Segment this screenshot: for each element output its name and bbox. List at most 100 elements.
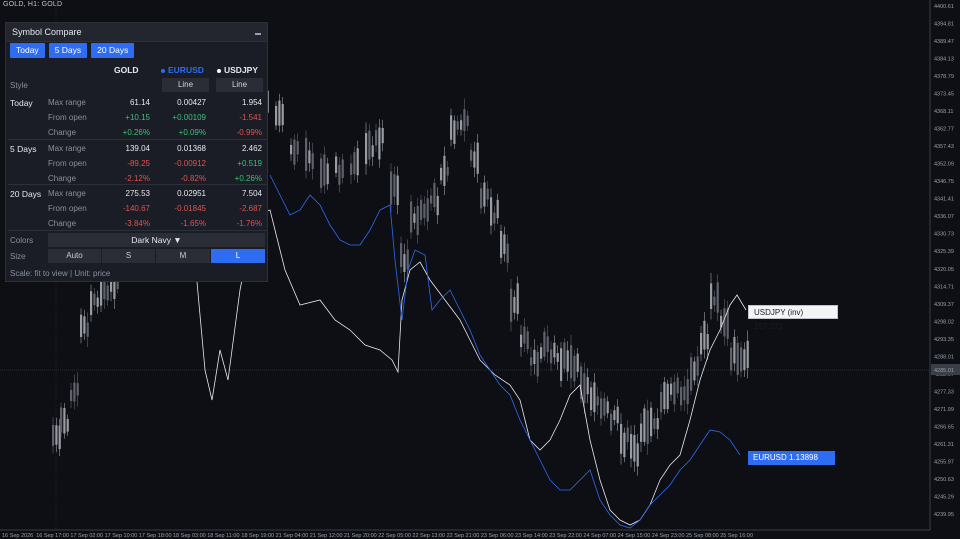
candle-body [630,434,633,459]
size-l-button[interactable]: L [211,249,265,263]
candle-body [93,293,96,306]
price-tick-label: 4277.33 [934,389,954,395]
panel-header: Symbol Compare [6,23,267,42]
candle-body [530,357,533,366]
candle-body [566,350,569,372]
candle-body [590,387,593,411]
colors-select[interactable]: Dark Navy ▼ [48,233,265,247]
candle-body [356,148,359,176]
candle-body [281,104,284,126]
period-tabs: Today 5 Days 20 Days [10,43,135,58]
tab-today[interactable]: Today [10,43,45,58]
candle-body [106,285,109,301]
stat-value: -140.67 [122,204,150,213]
stat-value: 0.02951 [177,189,206,198]
stat-value: -1.541 [239,113,262,122]
candle-body [520,334,523,348]
time-tick-label: 22 Sep 21:00 [447,533,480,539]
candle-body [740,347,743,372]
candle-body [86,322,89,337]
price-tick-label: 4400.61 [934,4,954,10]
price-tick-label: 4352.09 [934,162,954,168]
candle-body [523,326,526,344]
candle-body [470,149,473,161]
metric-label: Change [48,128,77,137]
panel-title: Symbol Compare [12,27,82,37]
tab-20-days[interactable]: 20 Days [91,43,135,58]
size-m-button[interactable]: M [156,249,210,263]
stat-value: -2.12% [124,174,150,183]
candle-body [320,158,323,188]
eurusd-price-tag: EURUSD 1.13898 [748,451,835,465]
candle-body [308,150,311,164]
candle-body [576,353,579,372]
usdjpy-style-button[interactable]: Line [216,78,263,92]
candle-body [513,296,516,313]
panel-footer: Scale: fit to view | Unit: price [10,269,111,278]
candle-body [660,391,663,413]
price-tick-label: 4394.81 [934,22,954,28]
price-tick-label: 4288.01 [934,354,954,360]
stat-value: 275.53 [125,189,150,198]
size-s-button[interactable]: S [102,249,155,263]
stat-value: 1.954 [241,98,262,107]
candle-body [463,109,466,131]
time-tick-label: 22 Sep 13:00 [412,533,445,539]
metric-label: From open [48,113,87,122]
stat-value: 61.14 [129,98,150,107]
candle-body [96,297,99,307]
candle-body [490,197,493,226]
time-tick-label: 21 Sep 04:00 [276,533,309,539]
candle-body [83,316,86,334]
size-label: Size [10,252,26,261]
candle-body [553,342,556,358]
candle-body [103,279,106,300]
metric-label: From open [48,204,87,213]
candle-body [368,130,371,160]
candle-body [400,243,403,267]
stat-value: -1.76% [236,219,262,228]
time-tick-label: 17 Sep 02:00 [70,533,103,539]
candle-body [620,423,623,454]
price-tick-label: 4255.97 [934,459,954,465]
candle-body [700,332,703,355]
time-axis: 16 Sep 2026 16 Sep 17:00 17 Sep 02:00 17 Se… [2,533,753,539]
candle-body [406,249,409,270]
candle-body [736,342,739,375]
candle-body [430,195,433,204]
symbol-header-gold: GOLD [114,65,139,75]
size-auto-button[interactable]: Auto [48,249,101,263]
candle-body [440,167,443,181]
stats-row: Change -3.84% -1.65% -1.76% [6,216,269,231]
stat-value: -89.25 [127,159,150,168]
candle-body [656,418,659,430]
candle-body [636,443,639,467]
candle-body [533,349,536,365]
stat-value: -0.99% [236,128,262,137]
tab-5-days[interactable]: 5 Days [48,43,88,58]
stat-value: -2.687 [239,204,262,213]
stat-value: -0.00912 [174,159,206,168]
candle-body [543,331,546,357]
candle-body [60,407,63,433]
stats-row: Change +0.26% +0.09% -0.99% [6,125,269,140]
collapse-icon[interactable] [255,32,261,35]
time-tick-label: 21 Sep 20:00 [344,533,377,539]
candle-body [466,115,469,126]
candle-body [593,382,596,413]
candle-body [433,183,436,208]
stat-value: -0.82% [180,174,206,183]
stat-value: 0.01368 [177,144,206,153]
candle-body [293,139,296,165]
eurusd-dot-icon [161,68,165,73]
eurusd-style-button[interactable]: Line [162,78,209,92]
chart-symbol-label: GOLD, H1: GOLD [3,1,63,8]
candle-body [643,408,646,442]
period-label: 5 Days [10,144,37,154]
candle-body [393,174,396,197]
candle-body [423,203,426,218]
candle-body [473,151,476,168]
candle-body [426,198,429,222]
price-tick-label: 4309.37 [934,302,954,308]
candle-body [341,159,344,178]
